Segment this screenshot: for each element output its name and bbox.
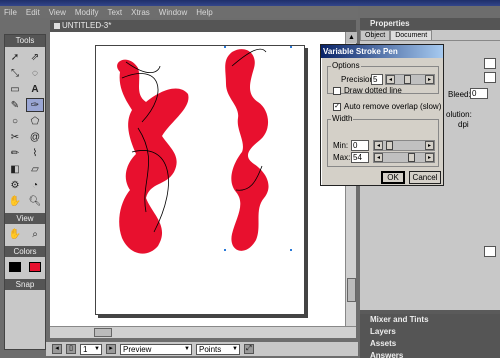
status-bar: ◂ ▯ 1 ▸ Preview Points ⤢ (46, 342, 358, 356)
page-icon[interactable]: ▯ (66, 344, 76, 354)
view-section-label: View (5, 213, 45, 224)
menu-edit[interactable]: Edit (26, 8, 40, 17)
stroke-color-icon[interactable] (6, 260, 24, 274)
menu-xtras[interactable]: Xtras (131, 8, 150, 17)
red-brush-stroke-left (117, 59, 189, 254)
pen-tool-icon[interactable]: ✎ (6, 98, 24, 112)
menu-help[interactable]: Help (196, 8, 212, 17)
preview-mode-select[interactable]: Preview (120, 343, 192, 355)
menu-file[interactable]: File (4, 8, 17, 17)
document-tab[interactable]: UNTITLED-3* (50, 20, 356, 32)
variable-stroke-pen-dialog: Variable Stroke Pen Options Precision: 5… (320, 44, 444, 186)
precision-increase-icon[interactable]: ▸ (425, 75, 434, 84)
ok-button[interactable]: OK (381, 171, 405, 184)
artwork (117, 46, 292, 254)
precision-slider[interactable]: ◂ ▸ (385, 74, 435, 85)
bleed-label: Bleed: (448, 90, 471, 99)
toolbox-title: Tools (5, 35, 45, 47)
dialog-title: Variable Stroke Pen (321, 45, 443, 58)
units-select[interactable]: Points (196, 343, 240, 355)
draw-dotted-checkbox[interactable] (333, 87, 341, 95)
hand-tool-icon[interactable]: ✋ (6, 194, 24, 208)
page-size-field[interactable] (484, 58, 496, 69)
min-width-slider[interactable]: ◂ ▸ (373, 140, 435, 151)
freeform-tool-icon[interactable]: ◔ (26, 178, 44, 192)
fit-page-icon[interactable]: ⤢ (244, 344, 254, 354)
auto-remove-overlap-checkbox[interactable]: ✓ (333, 103, 341, 111)
colors-section-label: Colors (5, 246, 45, 257)
scroll-up-icon[interactable]: ▲ (346, 32, 357, 43)
eyedropper-tool-icon[interactable]: ⌇ (26, 146, 44, 160)
max-label: Max: (333, 153, 351, 162)
bleed-field[interactable]: 0 (470, 88, 488, 99)
properties-tabs: Object Document (360, 30, 500, 41)
polygon-tool-icon[interactable]: ⬠ (26, 114, 44, 128)
auto-remove-overlap-label: Auto remove overlap (slow) (344, 102, 442, 111)
tab-object[interactable]: Object (360, 30, 391, 40)
resolution-label: olution: (446, 110, 472, 119)
skew-tool-icon[interactable]: ▱ (26, 162, 44, 176)
menu-bar: File Edit View Modify Text Xtras Window … (0, 6, 358, 18)
subselect-tool-icon[interactable]: ⇗ (26, 50, 44, 64)
knife-tool-icon[interactable]: ✂ (6, 130, 24, 144)
width-group-label: Width (331, 114, 354, 123)
precision-slider-knob[interactable] (404, 75, 411, 84)
horizontal-scrollbar[interactable] (50, 326, 356, 338)
min-width-field[interactable]: 0 (351, 140, 369, 151)
min-decrease-icon[interactable]: ◂ (374, 141, 383, 150)
properties-panel-header[interactable]: Properties (360, 18, 500, 30)
magnify-view-icon[interactable]: ⌕ (26, 227, 44, 241)
max-width-slider[interactable]: ◂ ▸ (373, 152, 435, 163)
page-selector[interactable]: 1 (80, 343, 102, 355)
max-increase-icon[interactable]: ▸ (425, 153, 434, 162)
min-increase-icon[interactable]: ▸ (425, 141, 434, 150)
max-width-field[interactable]: 54 (351, 152, 369, 163)
reflect-tool-icon[interactable]: ◧ (6, 162, 24, 176)
red-brush-stroke-right (225, 49, 269, 251)
layers-panel[interactable]: Layers (360, 326, 500, 338)
fill-color-icon[interactable] (26, 260, 44, 274)
ellipse-tool-icon[interactable]: ○ (6, 114, 24, 128)
trace-tool-icon[interactable]: ⚙ (6, 178, 24, 192)
min-slider-knob[interactable] (386, 141, 393, 150)
cancel-button[interactable]: Cancel (409, 171, 441, 184)
menu-modify[interactable]: Modify (75, 8, 99, 17)
orientation-field[interactable] (484, 72, 496, 83)
document-title: UNTITLED-3* (62, 21, 112, 30)
menu-window[interactable]: Window (159, 8, 187, 17)
precision-field[interactable]: 5 (371, 74, 383, 85)
options-group-label: Options (331, 61, 361, 70)
precision-decrease-icon[interactable]: ◂ (386, 75, 395, 84)
text-tool-icon[interactable]: A (26, 82, 44, 96)
horizontal-scroll-thumb[interactable] (94, 328, 112, 337)
rectangle-tool-icon[interactable]: ▭ (6, 82, 24, 96)
draw-dotted-label: Draw dotted line (344, 86, 402, 95)
pan-view-icon[interactable]: ✋ (6, 227, 24, 241)
zoom-tool-icon[interactable]: 🔍︎ (26, 194, 44, 208)
tab-document[interactable]: Document (390, 30, 433, 40)
mixer-and-tints-panel[interactable]: Mixer and Tints (360, 314, 500, 326)
max-decrease-icon[interactable]: ◂ (374, 153, 383, 162)
vertical-scroll-thumb[interactable] (347, 278, 356, 302)
dpi-label: dpi (458, 120, 469, 129)
document-icon (54, 22, 60, 29)
first-page-icon[interactable]: ◂ (52, 344, 62, 354)
scale-tool-icon[interactable]: ⤡ (6, 66, 24, 80)
menu-text[interactable]: Text (107, 8, 122, 17)
snap-section-label: Snap (5, 279, 45, 290)
menu-view[interactable]: View (49, 8, 66, 17)
min-label: Min: (333, 141, 349, 150)
drawing-canvas[interactable] (50, 32, 345, 326)
max-slider-knob[interactable] (408, 153, 415, 162)
toolbox-panel: Tools ➚ ⇗ ⤡ ◌ ▭ A ✎ ✑ ○ ⬠ ✂ @ ✏ ⌇ ◧ ▱ ⚙ … (4, 34, 46, 350)
pointer-tool-icon[interactable]: ➚ (6, 50, 24, 64)
lasso-tool-icon[interactable]: ◌ (26, 66, 44, 80)
properties-side-field[interactable] (484, 246, 496, 257)
variable-stroke-pen-tool-icon[interactable]: ✑ (26, 98, 44, 112)
assets-panel[interactable]: Assets (360, 338, 500, 350)
spiral-tool-icon[interactable]: @ (26, 130, 44, 144)
next-page-icon[interactable]: ▸ (106, 344, 116, 354)
pencil-tool-icon[interactable]: ✏ (6, 146, 24, 160)
answers-panel[interactable]: Answers (360, 350, 500, 358)
